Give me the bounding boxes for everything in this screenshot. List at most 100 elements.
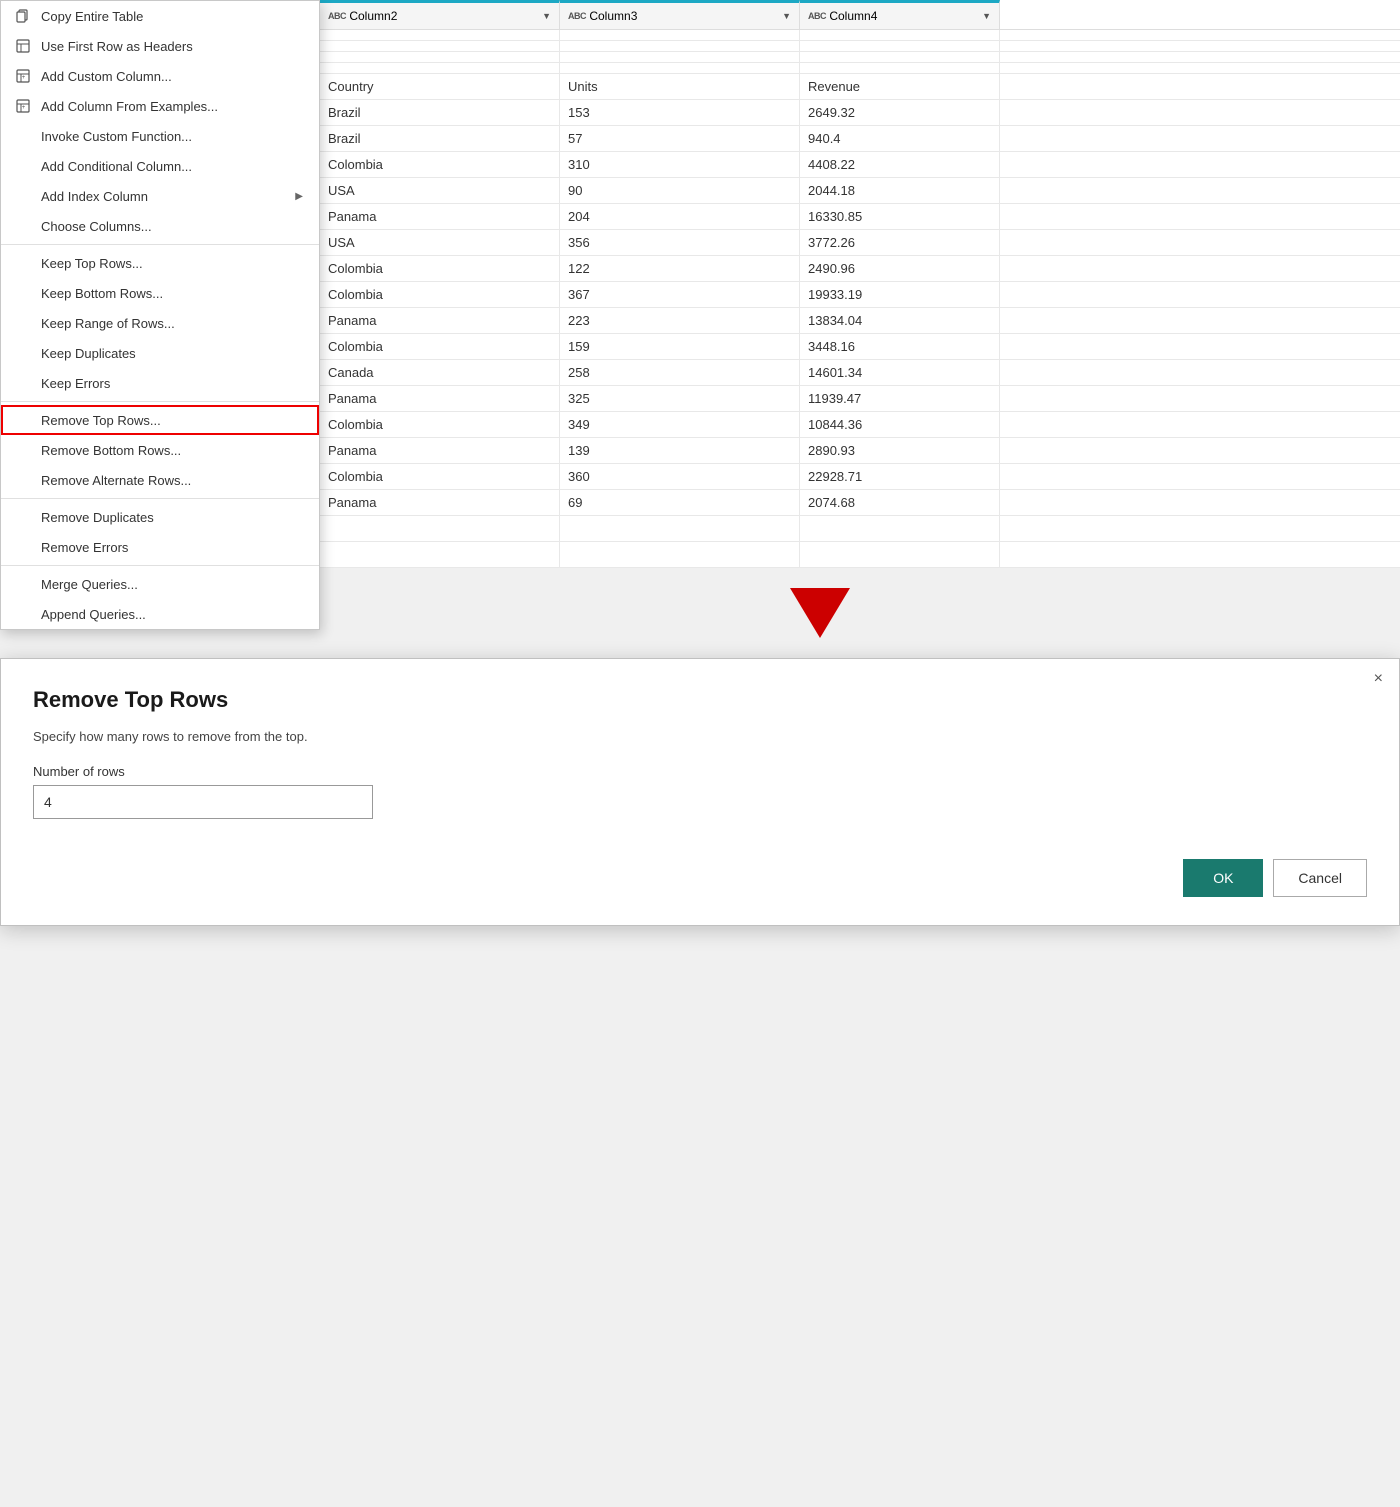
cell-col3 (560, 63, 800, 73)
menu-item-label: Merge Queries... (41, 577, 303, 592)
menu-item-add-conditional-column---[interactable]: Add Conditional Column... (1, 151, 319, 181)
cell-col4: 2044.18 (800, 178, 1000, 203)
column3-header[interactable]: ABC Column3 ▼ (560, 0, 800, 29)
cell-col3: 69 (560, 490, 800, 515)
cell-col4: 2649.32 (800, 100, 1000, 125)
dialog-close-button[interactable]: × (1374, 671, 1383, 687)
dialog-overlay: × Remove Top Rows Specify how many rows … (0, 658, 1400, 926)
cell-col3: 223 (560, 308, 800, 333)
cell-col2 (320, 41, 560, 51)
menu-item-choose-columns---[interactable]: Choose Columns... (1, 211, 319, 241)
menu-item-icon (13, 8, 33, 24)
menu-item-keep-range-of-rows---[interactable]: Keep Range of Rows... (1, 308, 319, 338)
cell-col3 (560, 30, 800, 40)
cancel-button[interactable]: Cancel (1273, 859, 1367, 897)
menu-item-add-custom-column---[interactable]: +Add Custom Column... (1, 61, 319, 91)
menu-item-icon (13, 412, 33, 428)
menu-item-label: Choose Columns... (41, 219, 303, 234)
menu-item-icon (13, 158, 33, 174)
cell-col2: Brazil (320, 100, 560, 125)
menu-item-keep-errors[interactable]: Keep Errors (1, 368, 319, 398)
menu-separator (1, 498, 319, 499)
menu-item-remove-alternate-rows---[interactable]: Remove Alternate Rows... (1, 465, 319, 495)
cell-col3: 349 (560, 412, 800, 437)
cell-col4: 13834.04 (800, 308, 1000, 333)
cell-col2: Colombia (320, 152, 560, 177)
menu-item-icon: + (13, 98, 33, 114)
cell-col2: Colombia (320, 282, 560, 307)
col4-dropdown-icon[interactable]: ▼ (982, 11, 991, 21)
menu-item-icon (13, 188, 33, 204)
menu-item-icon (13, 38, 33, 54)
menu-item-icon (13, 218, 33, 234)
dialog-title: Remove Top Rows (33, 687, 1367, 713)
menu-item-icon (13, 128, 33, 144)
cell-col4: 2490.96 (800, 256, 1000, 281)
cell-col3: 139 (560, 438, 800, 463)
menu-item-add-column-from-examples---[interactable]: + Add Column From Examples... (1, 91, 319, 121)
column4-header[interactable]: ABC Column4 ▼ (800, 0, 1000, 29)
cell-col3 (560, 41, 800, 51)
cell-col2 (320, 30, 560, 40)
number-of-rows-input[interactable] (33, 785, 373, 819)
dialog-buttons: OK Cancel (33, 859, 1367, 897)
menu-item-label: Keep Top Rows... (41, 256, 303, 271)
ok-button[interactable]: OK (1183, 859, 1263, 897)
cell-col2: Panama (320, 386, 560, 411)
cell-col4 (800, 52, 1000, 62)
menu-item-label: Remove Bottom Rows... (41, 443, 303, 458)
menu-item-label: Add Column From Examples... (41, 99, 303, 114)
menu-item-icon (13, 375, 33, 391)
menu-item-label: Remove Top Rows... (41, 413, 303, 428)
menu-item-use-first-row-as-headers[interactable]: Use First Row as Headers (1, 31, 319, 61)
cell-col2 (320, 542, 560, 567)
menu-separator (1, 401, 319, 402)
menu-item-icon (13, 442, 33, 458)
menu-item-keep-bottom-rows---[interactable]: Keep Bottom Rows... (1, 278, 319, 308)
menu-item-icon (13, 606, 33, 622)
cell-col2: Panama (320, 490, 560, 515)
menu-item-merge-queries---[interactable]: Merge Queries... (1, 569, 319, 599)
menu-item-label: Invoke Custom Function... (41, 129, 303, 144)
menu-item-remove-errors[interactable]: Remove Errors (1, 532, 319, 562)
col3-dropdown-icon[interactable]: ▼ (782, 11, 791, 21)
cell-col2: Country (320, 74, 560, 99)
submenu-arrow-icon: ▶ (295, 191, 303, 202)
menu-item-keep-duplicates[interactable]: Keep Duplicates (1, 338, 319, 368)
menu-item-invoke-custom-function---[interactable]: Invoke Custom Function... (1, 121, 319, 151)
cell-col2: Panama (320, 438, 560, 463)
cell-col4: 19933.19 (800, 282, 1000, 307)
menu-item-icon (13, 539, 33, 555)
menu-item-icon (13, 345, 33, 361)
menu-item-remove-top-rows---[interactable]: Remove Top Rows... (1, 405, 319, 435)
menu-item-remove-bottom-rows---[interactable]: Remove Bottom Rows... (1, 435, 319, 465)
cell-col2: USA (320, 230, 560, 255)
menu-item-label: Keep Errors (41, 376, 303, 391)
menu-item-remove-duplicates[interactable]: Remove Duplicates (1, 502, 319, 532)
menu-item-copy-entire-table[interactable]: Copy Entire Table (1, 1, 319, 31)
svg-text:+: + (22, 75, 26, 81)
menu-item-label: Keep Duplicates (41, 346, 303, 361)
menu-item-append-queries---[interactable]: Append Queries... (1, 599, 319, 629)
menu-item-keep-top-rows---[interactable]: Keep Top Rows... (1, 248, 319, 278)
column2-header[interactable]: ABC Column2 ▼ (320, 0, 560, 29)
cell-col4: 3448.16 (800, 334, 1000, 359)
cell-col2 (320, 516, 560, 541)
cell-col3: 90 (560, 178, 800, 203)
cell-col2: Colombia (320, 334, 560, 359)
menu-item-label: Add Index Column (41, 189, 295, 204)
cell-col4 (800, 516, 1000, 541)
cell-col2: Panama (320, 204, 560, 229)
menu-item-label: Append Queries... (41, 607, 303, 622)
menu-item-label: Add Conditional Column... (41, 159, 303, 174)
menu-item-add-index-column[interactable]: Add Index Column▶ (1, 181, 319, 211)
cell-col3: 356 (560, 230, 800, 255)
col2-name: Column2 (349, 9, 538, 23)
menu-item-icon (13, 315, 33, 331)
cell-col4: 10844.36 (800, 412, 1000, 437)
cell-col3: 122 (560, 256, 800, 281)
col2-dropdown-icon[interactable]: ▼ (542, 11, 551, 21)
menu-item-icon (13, 472, 33, 488)
menu-item-label: Keep Bottom Rows... (41, 286, 303, 301)
cell-col4: 16330.85 (800, 204, 1000, 229)
